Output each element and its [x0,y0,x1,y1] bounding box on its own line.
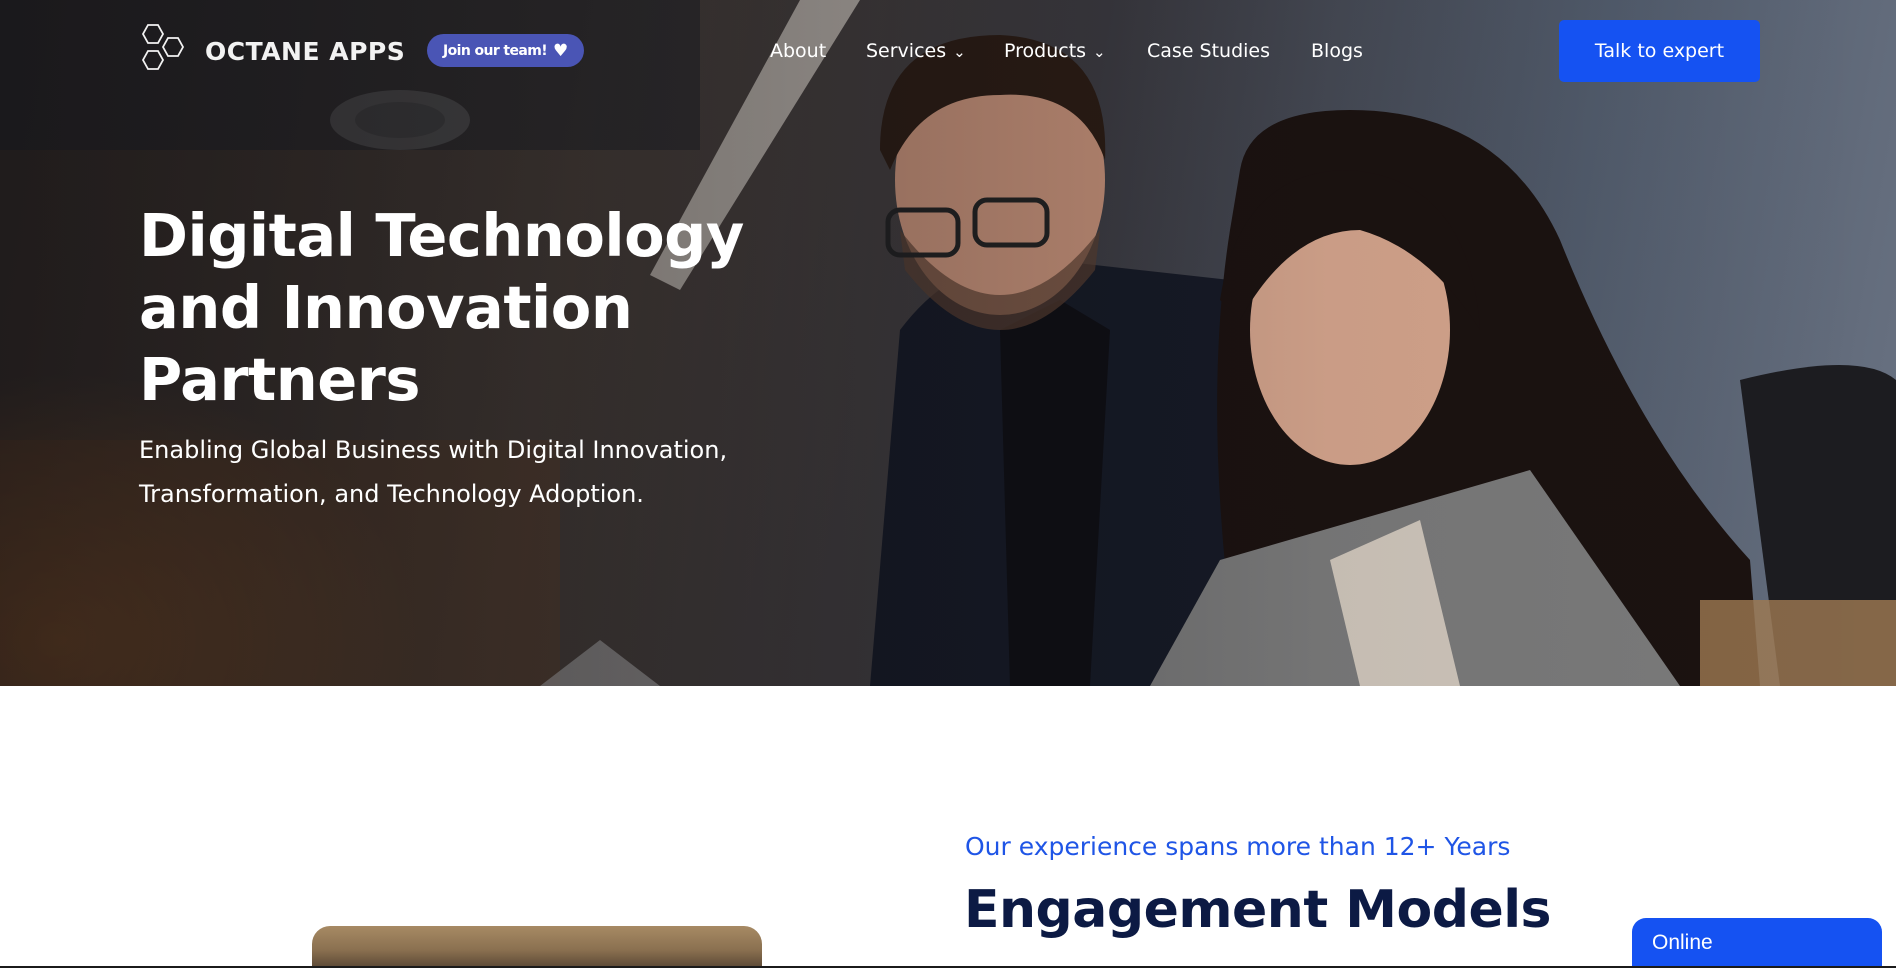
join-team-badge[interactable]: Join our team! ♥ [427,34,585,67]
hero-subtitle-line: Transformation, and Technology Adoption. [139,480,644,508]
logo[interactable]: OCTANE APPS [139,22,405,80]
engagement-title: Engagement Models [964,880,1552,940]
nav-case-studies[interactable]: Case Studies [1147,36,1270,66]
nav-blogs[interactable]: Blogs [1311,36,1363,66]
nav-about[interactable]: About [770,36,826,66]
hero-title-line: and Innovation [139,273,633,342]
heart-icon: ♥ [553,40,569,61]
nav-blogs-label: Blogs [1311,40,1363,62]
hero-title-line: Partners [139,345,421,414]
chat-widget[interactable]: Online [1632,918,1882,968]
nav-products[interactable]: Products ⌄ [1004,36,1106,66]
nav-case-studies-label: Case Studies [1147,40,1271,62]
nav-services[interactable]: Services ⌄ [866,36,966,66]
hero-subtitle: Enabling Global Business with Digital In… [139,428,779,516]
talk-to-expert-button[interactable]: Talk to expert [1559,20,1760,82]
nav-products-label: Products [1004,40,1087,62]
chevron-down-icon: ⌄ [1093,43,1106,61]
chat-status-label: Online [1652,931,1713,954]
hero-title-line: Digital Technology [139,201,744,270]
hexagon-cluster-icon [141,24,185,70]
join-team-label: Join our team! [443,42,548,59]
nav-services-label: Services [866,40,947,62]
hero-title: Digital Technology and Innovation Partne… [139,200,779,416]
engagement-image [312,926,762,968]
experience-text: Our experience spans more than 12+ Years [965,832,1511,861]
hero-subtitle-line: Enabling Global Business with Digital In… [139,436,728,464]
chevron-down-icon: ⌄ [953,43,966,61]
logo-text: OCTANE APPS [205,36,406,66]
nav-about-label: About [770,40,827,62]
